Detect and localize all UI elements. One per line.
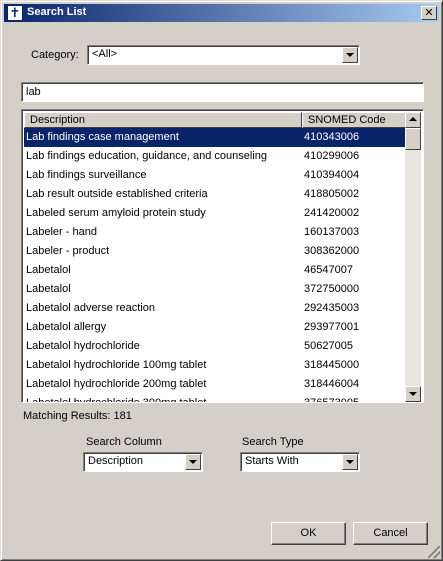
cell-description: Labetalol hydrochloride [26,340,140,352]
column-header-description[interactable]: Description [24,112,302,128]
column-header-snomed-code[interactable]: SNOMED Code [302,112,406,128]
table-row[interactable]: Labetalol hydrochloride 300mg tablet 3765… [24,394,406,402]
table-row[interactable]: Labeler - product 308362000 [24,242,406,261]
cell-description: Labeler - product [26,245,110,257]
table-row[interactable]: Labetalol hydrochloride 100mg tablet 3184… [24,356,406,375]
cell-description: Lab findings case management [26,131,179,143]
table-row[interactable]: Labetalol 46547007 [24,261,406,280]
close-icon: ✕ [424,6,434,19]
search-type-dropdown[interactable]: Starts With [240,452,360,472]
cell-description: Lab findings surveillance [26,169,147,181]
cell-snomed-code: 418805002 [304,188,360,200]
cell-description: Labeler - hand [26,226,97,238]
vertical-scrollbar[interactable] [405,112,421,402]
search-column-label: Search Column [86,436,162,448]
search-column-dropdown[interactable]: Description [83,452,203,472]
table-row[interactable]: Labeler - hand 160137003 [24,223,406,242]
cell-snomed-code: 292435003 [304,302,360,314]
cell-snomed-code: 46547007 [304,264,353,276]
chevron-down-icon[interactable] [342,47,358,63]
scroll-thumb[interactable] [405,128,421,150]
cell-description: Labetalol hydrochloride 100mg tablet [26,359,207,371]
cell-snomed-code: 318445000 [304,359,360,371]
results-table[interactable]: Description SNOMED Code Lab findings cas… [21,109,424,403]
scroll-down-button[interactable] [405,386,421,402]
search-list-dialog: ✝ Search List ✕ Category: <All> Descript… [0,0,443,561]
cancel-button[interactable]: Cancel [353,522,428,545]
cell-description: Labetalol hydrochloride 200mg tablet [26,378,207,390]
chevron-down-icon[interactable] [342,454,358,470]
search-type-value: Starts With [245,455,299,467]
table-body: Lab findings case management 410343006 Lab… [24,128,406,402]
cell-snomed-code: 318446004 [304,378,360,390]
title-bar[interactable]: ✝ Search List ✕ [4,4,439,22]
category-dropdown[interactable]: <All> [87,45,360,65]
cell-description: Labetalol [26,283,71,295]
ok-button[interactable]: OK [271,522,346,545]
table-row[interactable]: Labetalol adverse reaction 292435003 [24,299,406,318]
cell-description: Labetalol hydrochloride 300mg tablet [26,397,206,402]
cell-description: Lab findings education, guidance, and co… [26,150,267,162]
table-row[interactable]: Labetalol allergy 293977001 [24,318,406,337]
table-row[interactable]: Labetalol hydrochloride 200mg tablet 3184… [24,375,406,394]
cell-snomed-code: 50627005 [304,340,353,352]
table-row[interactable]: Labeled serum amyloid protein study 24142… [24,204,406,223]
cell-snomed-code: 160137003 [304,226,360,238]
table-header: Description SNOMED Code [24,112,406,128]
cell-description: Labetalol adverse reaction [26,302,156,314]
close-button[interactable]: ✕ [421,6,437,20]
cell-snomed-code: 293977001 [304,321,360,333]
cell-snomed-code: 410343006 [304,131,360,143]
resize-grip-icon[interactable] [428,546,440,558]
cell-description: Labeled serum amyloid protein study [26,207,206,219]
category-label: Category: [31,49,79,61]
app-cross-icon: ✝ [7,5,23,21]
table-row[interactable]: Labetalol 372750000 [24,280,406,299]
cell-snomed-code: 410394004 [304,169,360,181]
cell-snomed-code: 410299006 [304,150,360,162]
search-type-label: Search Type [242,436,304,448]
search-column-value: Description [88,455,144,467]
cell-snomed-code: 241420002 [304,207,360,219]
table-row[interactable]: Labetalol hydrochloride 50627005 [24,337,406,356]
matching-results-count: Matching Results: 181 [23,410,132,422]
cell-snomed-code: 372750000 [304,283,360,295]
scroll-up-button[interactable] [405,112,421,128]
cell-description: Lab result outside established criteria [26,188,208,200]
window-title: Search List [27,6,87,18]
cell-snomed-code: 308362000 [304,245,360,257]
table-row[interactable]: Lab findings education, guidance, and co… [24,147,406,166]
cell-description: Labetalol [26,264,71,276]
category-value: <All> [92,48,118,60]
table-row[interactable]: Lab result outside established criteria 4… [24,185,406,204]
chevron-down-icon[interactable] [185,454,201,470]
cell-snomed-code: 376573005 [304,397,359,402]
table-row[interactable]: Lab findings case management 410343006 [24,128,406,147]
cell-description: Labetalol allergy [26,321,107,333]
search-input[interactable] [21,82,424,102]
table-row[interactable]: Lab findings surveillance 410394004 [24,166,406,185]
